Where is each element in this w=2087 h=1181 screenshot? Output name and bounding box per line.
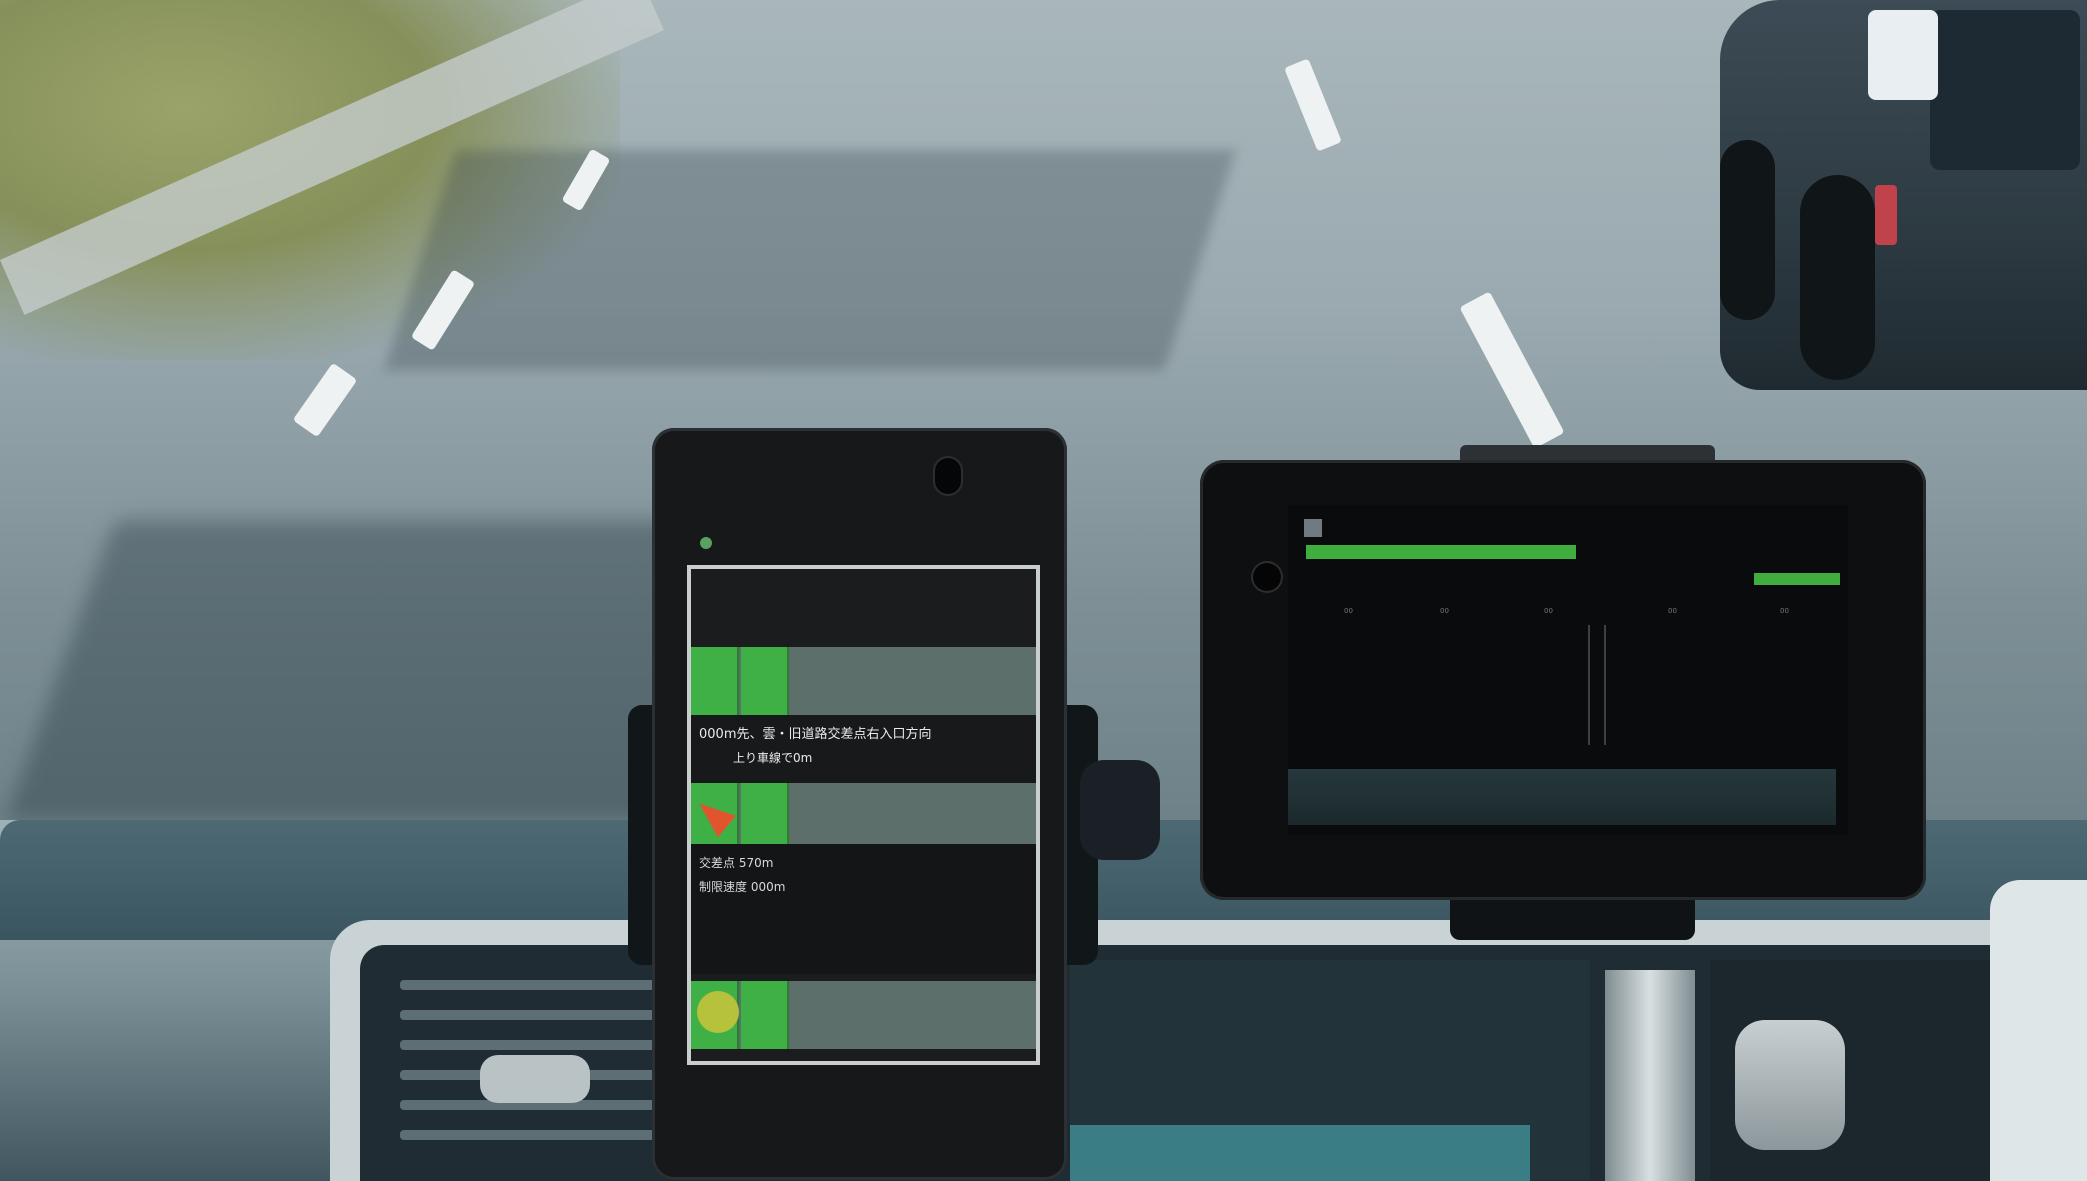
camera-icon [1253, 563, 1281, 591]
vehicle-mirror [1868, 10, 1938, 100]
guidance-subtext: 上り車線で0m [733, 751, 813, 765]
dashboard-trim-right [1990, 880, 2087, 1181]
axis-tick: 00 [1344, 607, 1353, 615]
lane-cell [741, 783, 789, 851]
vent-slat [400, 980, 660, 990]
progress-bar-secondary [1754, 573, 1840, 585]
vent-slat [400, 1010, 660, 1020]
vent-slat [400, 1040, 660, 1050]
dashboard-scene: 000m先、雲・旧道路交差点右入口方向 上り車線で0m 交差点 570m 制限速… [0, 0, 2087, 1181]
mount-arm [1080, 760, 1160, 860]
speed-limit-info: 制限速度 000m [699, 880, 786, 894]
axis-tick: 00 [1668, 607, 1677, 615]
vehicle-wheel [1720, 140, 1775, 320]
guidance-panel: 000m先、雲・旧道路交差点右入口方向 上り車線で0m [691, 715, 1036, 783]
intersection-distance: 交差点 570m [699, 856, 774, 870]
vent-knob [480, 1055, 590, 1103]
chrome-trim [1605, 970, 1695, 1181]
lane-cell [741, 981, 789, 1049]
tablet-screen: 00 00 00 00 00 [1288, 505, 1848, 835]
app-icon [1304, 519, 1322, 537]
tablet-footer-bar [1288, 769, 1836, 825]
lane-indicator-row [690, 783, 1036, 851]
lane-cell-signal [691, 981, 739, 1049]
axis-tick: 00 [1780, 607, 1789, 615]
signal-circle-icon [697, 991, 739, 1033]
timeline-marker [1604, 625, 1606, 745]
app-icon [700, 537, 712, 549]
guidance-text: 000m先、雲・旧道路交差点右入口方向 [699, 727, 932, 742]
axis-tick: 00 [1544, 607, 1553, 615]
car-nav-screen [1070, 1125, 1530, 1181]
lane-cell [691, 647, 739, 715]
progress-bar [1306, 545, 1576, 559]
vehicle-wheel [1800, 175, 1875, 380]
navigation-arrow-icon [690, 792, 736, 838]
lane-guidance-app: 000m先、雲・旧道路交差点右入口方向 上り車線で0m 交差点 570m 制限速… [687, 565, 1040, 1065]
lane-cell-active [690, 783, 739, 851]
camera-icon [935, 458, 961, 494]
info-panel: 交差点 570m 制限速度 000m [691, 844, 1036, 974]
timeline-axis: 00 00 00 00 00 [1288, 607, 1848, 617]
lane-indicator-row [691, 981, 1036, 1049]
lane-indicator-row [691, 647, 1036, 715]
tree-shadow [384, 150, 1236, 370]
axis-tick: 00 [1440, 607, 1449, 615]
timeline-marker [1588, 625, 1590, 745]
header-line [691, 619, 1036, 644]
lane-cell [741, 647, 789, 715]
vehicle-tail-light [1875, 185, 1897, 245]
vent-slat [400, 1130, 660, 1140]
vehicle-rear-window [1930, 10, 2080, 170]
vent-knob-right [1735, 1020, 1845, 1150]
status-bar [700, 537, 1020, 551]
